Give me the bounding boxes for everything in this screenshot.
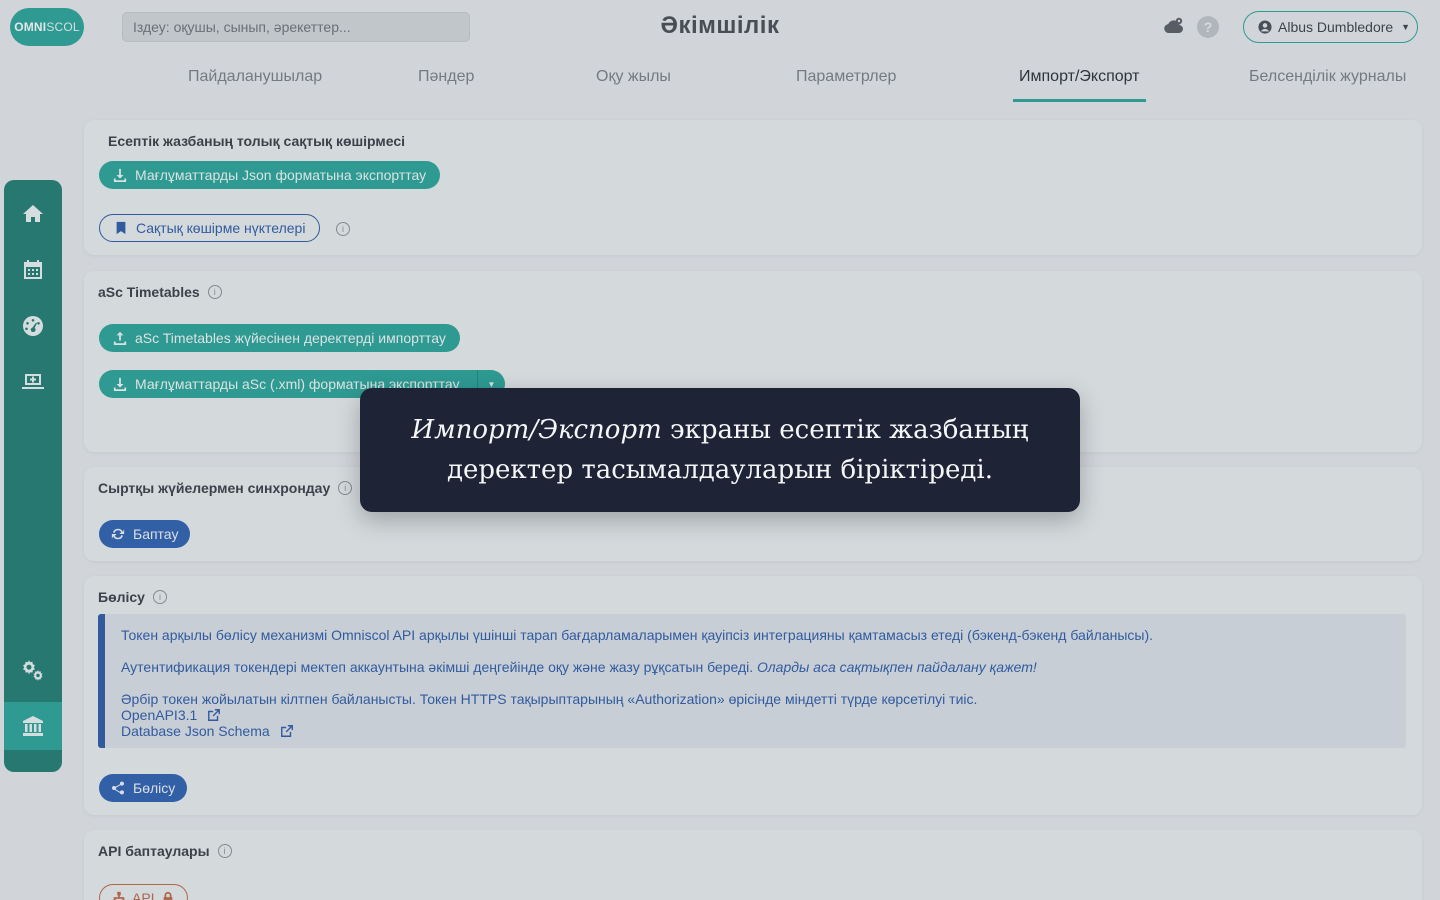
search-placeholder: Іздеу: оқушы, сынып, әрекеттер... [133,19,351,35]
cloud-settings-icon[interactable] [1162,15,1186,39]
logo-text-light: SCOL [46,20,80,34]
sharing-card: Бөлісу i Токен арқылы бөлісу механизмі O… [84,576,1422,815]
api-title-text: API баптаулары [98,843,210,859]
sharing-line-1: Токен арқылы бөлісу механизмі Omniscol A… [121,627,1154,643]
external-link-icon [208,709,221,721]
export-json-label: Мағлұматтарды Json форматына экспорттау [135,167,427,183]
tour-tooltip: Импорт/Экспорт экраны есептік жазбаның д… [360,388,1080,512]
rail-item-calendar[interactable] [4,250,62,290]
backup-card: Есептік жазбаның толық сақтық көшірмесі … [84,120,1422,255]
tab-subjects[interactable]: Пәндер [418,68,474,100]
download-icon [113,168,127,182]
admin-tabs: Пайдаланушылар Пәндер Оқу жылы Параметрл… [0,60,1440,102]
share-button[interactable]: Бөлісу [99,774,188,802]
bookmark-icon [116,221,126,235]
download-icon [113,377,127,391]
tooltip-emphasis: Импорт/Экспорт [411,415,662,445]
tooltip-line-2: деректер тасымалдауларын біріктіреді. [447,455,993,485]
sharing-title-text: Бөлісу [98,589,145,605]
database-schema-link[interactable]: Database Json Schema [121,723,294,739]
sharing-line-2-plain: Аутентификация токендері мектеп аккаунты… [121,659,754,675]
openapi-link[interactable]: OpenAPI3.1 [121,707,221,723]
openapi-link-text: OpenAPI3.1 [121,707,198,723]
help-icon[interactable]: ? [1197,16,1219,38]
sync-title-text: Сыртқы жүйелермен синхрондау [98,480,331,496]
sync-settings-button[interactable]: Баптау [99,520,191,548]
institution-icon [23,716,43,736]
rail-item-home[interactable] [4,194,62,234]
asc-import-label: aSc Timetables жүйесінен деректерді импо… [135,330,446,346]
tab-users[interactable]: Пайдаланушылар [188,68,322,100]
page-title: Әкімшілік [660,12,780,39]
laptop-add-icon [22,374,44,389]
openapi-link-row: OpenAPI3.1 [121,707,221,723]
external-link-icon [280,725,293,737]
dashboard-icon [23,316,43,336]
sync-settings-label: Баптау [133,526,179,542]
user-menu-button[interactable]: Albus Dumbledore ▼ [1243,11,1418,43]
sharing-card-title: Бөлісу i [98,589,167,605]
backup-card-title: Есептік жазбаның толық сақтық көшірмесі [108,133,406,149]
tab-activity-log[interactable]: Белсенділік журналы [1249,68,1406,100]
sharing-line-3: Әрбір токен жойылатын кілтпен байланысты… [121,691,978,707]
calendar-icon [24,260,42,279]
home-icon [23,205,43,222]
omniscol-logo[interactable]: OMNI SCOL [10,8,84,46]
schema-link-text: Database Json Schema [121,723,270,739]
user-name: Albus Dumbledore [1278,19,1394,35]
sync-card-title: Сыртқы жүйелермен синхрондау i [98,480,353,496]
asc-info-icon[interactable]: i [207,285,222,299]
api-label: API [132,890,155,900]
tooltip-line-1: Импорт/Экспорт экраны есептік жазбаның [411,410,1028,450]
sync-icon [111,528,125,540]
sharing-info-callout: Токен арқылы бөлісу механизмі Omniscol A… [98,614,1406,748]
asc-title-text: aSc Timetables [98,284,200,300]
upload-icon [113,331,127,345]
api-card: API баптаулары i API [84,830,1422,900]
tab-settings[interactable]: Параметрлер [796,68,896,100]
help-glyph: ? [1203,19,1213,35]
user-circle-icon [1258,20,1272,34]
app-header: OMNI SCOL Іздеу: оқушы, сынып, әрекеттер.… [0,0,1440,56]
tooltip-line-1-rest: экраны есептік жазбаның [661,415,1029,445]
sync-info-icon[interactable]: i [338,481,353,495]
api-info-icon[interactable]: i [217,844,232,858]
schema-link-row: Database Json Schema [121,723,294,739]
hierarchy-icon [112,891,126,900]
rail-item-laptop-add[interactable] [4,362,62,402]
restore-points-label: Сақтық көшірме нүктелері [136,220,306,236]
restore-points-button[interactable]: Сақтық көшірме нүктелері [99,214,321,242]
sharing-line-2: Аутентификация токендері мектеп аккаунты… [121,659,1037,675]
rail-item-settings[interactable] [4,650,62,690]
restore-points-info-icon[interactable]: i [336,222,350,236]
api-button[interactable]: API [99,884,188,900]
gears-icon [23,660,43,681]
sharing-line-2-warning: Оларды аса сақтықпен пайдалану қажет! [757,659,1037,675]
tab-school-year[interactable]: Оқу жылы [596,68,671,100]
rail-item-dashboard[interactable] [4,306,62,346]
tab-import-export[interactable]: Импорт/Экспорт [1013,68,1145,102]
asc-import-button[interactable]: aSc Timetables жүйесінен деректерді импо… [99,324,460,352]
share-label: Бөлісу [133,780,176,796]
asc-card-title: aSc Timetables i [98,284,222,300]
lock-icon [163,891,172,900]
sharing-info-icon[interactable]: i [152,590,167,604]
rail-item-institution[interactable] [4,702,62,750]
left-nav-rail [4,180,62,772]
api-card-title: API баптаулары i [98,843,232,859]
share-icon [112,781,124,795]
logo-text-bold: OMNI [14,20,47,34]
export-json-button[interactable]: Мағлұматтарды Json форматына экспорттау [99,161,441,189]
search-input[interactable]: Іздеу: оқушы, сынып, әрекеттер... [122,12,470,42]
chevron-down-icon: ▼ [1401,22,1411,32]
